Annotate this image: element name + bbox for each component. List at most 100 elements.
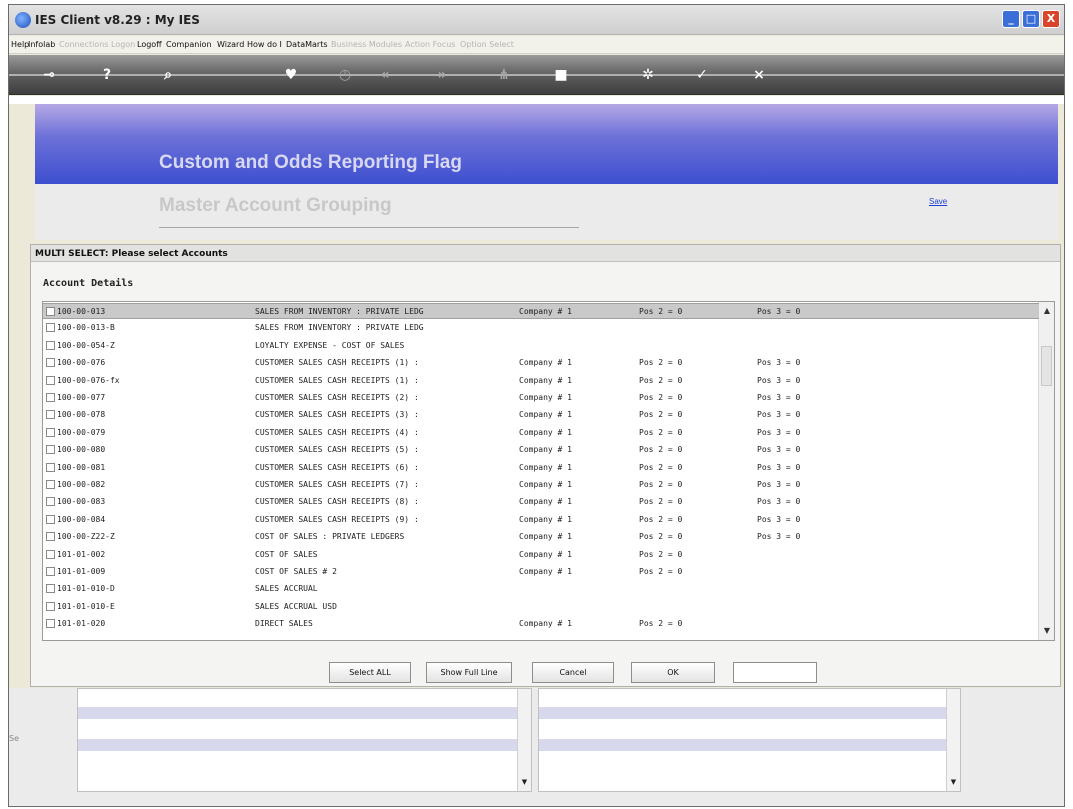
account-row[interactable]: 100-00-079 CUSTOMER SALES CASH RECEIPTS (… [43, 425, 1039, 441]
row-checkbox[interactable] [46, 393, 55, 402]
account-row[interactable]: 101-01-002 COST OF SALES Company # 1 Pos 2 … [43, 547, 1039, 563]
menu-item[interactable]: Action Focus [405, 40, 455, 49]
menu-item[interactable]: Business Modules [331, 40, 402, 49]
account-list[interactable]: ▲ ▼ 100-00-013 SALES FROM INVENTORY : PRI… [42, 301, 1055, 641]
row-comp: Company # 1 [519, 410, 572, 420]
account-row[interactable]: 100-00-077 CUSTOMER SALES CASH RECEIPTS (… [43, 390, 1039, 406]
filter-input[interactable] [733, 662, 817, 683]
scroll-thumb[interactable] [1041, 346, 1052, 386]
row-checkbox[interactable] [46, 462, 55, 472]
clock-icon[interactable]: ◷ [335, 65, 355, 85]
vertical-scrollbar[interactable]: ▲ ▼ [1038, 302, 1054, 640]
account-row[interactable]: 100-00-080 CUSTOMER SALES CASH RECEIPTS (… [43, 442, 1039, 458]
row-pos2: Pos 2 = 0 [639, 619, 683, 629]
show-full-line-button[interactable]: Show Full Line [426, 662, 512, 683]
rewind-icon[interactable]: « [375, 65, 395, 85]
row-pos2: Pos 2 = 0 [639, 427, 683, 437]
ok-button[interactable]: OK [631, 662, 715, 683]
account-row[interactable]: 100-00-083 CUSTOMER SALES CASH RECEIPTS (… [43, 494, 1039, 510]
menu-item[interactable]: Option Select [460, 40, 514, 49]
account-row[interactable]: 101-01-009 COST OF SALES # 2 Company # 1 Po… [43, 564, 1039, 580]
row-checkbox[interactable] [46, 445, 55, 455]
stop-icon[interactable]: ■ [551, 65, 571, 85]
row-checkbox[interactable] [46, 323, 55, 333]
row-code: 100-00-077 [57, 393, 106, 402]
left-panel-scrollbar[interactable]: ▼ [517, 689, 531, 791]
account-row[interactable]: 100-00-076-fx CUSTOMER SALES CASH RECEIPT… [43, 373, 1039, 389]
row-checkbox[interactable] [46, 514, 55, 524]
account-row[interactable]: 100-00-081 CUSTOMER SALES CASH RECEIPTS (… [43, 460, 1039, 476]
menu-item[interactable]: Wizard [217, 40, 244, 49]
menu-item[interactable]: Logoff [137, 40, 162, 49]
row-comp: Company # 1 [519, 480, 572, 489]
row-checkbox[interactable] [46, 427, 55, 437]
menu-item[interactable]: Help [11, 40, 29, 49]
heart-icon[interactable]: ♥ [281, 65, 301, 85]
row-pos2: Pos 2 = 0 [639, 497, 683, 507]
row-checkbox[interactable] [46, 567, 55, 576]
scroll-up-icon[interactable]: ▲ [1040, 304, 1054, 318]
close-button[interactable]: X [1042, 10, 1060, 28]
menu-item[interactable]: Connections [59, 40, 108, 49]
check-icon[interactable]: ✓ [692, 65, 712, 85]
tree-icon[interactable]: ⋔ [494, 65, 514, 85]
row-code: 101-01-020 [57, 619, 106, 629]
account-row[interactable]: 100-00-013 SALES FROM INVENTORY : PRIVATE… [43, 303, 1039, 319]
scroll-down-icon[interactable]: ▼ [1040, 624, 1054, 638]
select-all-button[interactable]: Select ALL [329, 662, 411, 683]
account-row[interactable]: 100-00-084 CUSTOMER SALES CASH RECEIPTS (… [43, 512, 1039, 528]
account-row[interactable]: 100-00-013-B SALES FROM INVENTORY : PRIVA… [43, 320, 1039, 336]
row-desc: SALES FROM INVENTORY : PRIVATE LEDG [255, 323, 424, 333]
row-checkbox[interactable] [46, 358, 55, 368]
row-checkbox[interactable] [46, 410, 55, 420]
right-panel-scrollbar[interactable]: ▼ [946, 689, 960, 791]
row-checkbox[interactable] [46, 601, 55, 611]
help-icon[interactable]: ? [97, 65, 117, 85]
account-row[interactable]: 100-00-Z22-Z COST OF SALES : PRIVATE LEDG… [43, 529, 1039, 545]
maximize-button[interactable]: □ [1022, 10, 1040, 28]
account-row[interactable]: 101-01-020 DIRECT SALES Company # 1 Pos 2 =… [43, 616, 1039, 632]
left-list-panel[interactable]: ▼ [77, 688, 532, 792]
left-stub-label: Se [9, 734, 19, 743]
row-comp: Company # 1 [519, 375, 572, 385]
menu-item[interactable]: Logon [111, 40, 135, 49]
account-row[interactable]: 100-00-082 CUSTOMER SALES CASH RECEIPTS (… [43, 477, 1039, 493]
row-desc: CUSTOMER SALES CASH RECEIPTS (6) : [255, 462, 419, 472]
row-code: 100-00-078 [57, 410, 106, 420]
account-row[interactable]: 100-00-054-Z LOYALTY EXPENSE - COST OF SA… [43, 338, 1039, 354]
cancel-button[interactable]: Cancel [532, 662, 614, 683]
dialog-title: MULTI SELECT: Please select Accounts [31, 245, 1060, 262]
settings-icon[interactable]: ✲ [638, 65, 658, 85]
row-checkbox[interactable] [46, 340, 55, 350]
bottom-area: Se ▼ ▼ [9, 688, 1064, 806]
account-row[interactable]: 101-01-010-D SALES ACCRUAL [43, 581, 1039, 597]
row-checkbox[interactable] [46, 497, 55, 507]
close-icon[interactable]: × [749, 65, 769, 85]
row-checkbox[interactable] [46, 584, 55, 594]
menu-item[interactable]: How do I [247, 40, 282, 49]
forward-icon[interactable]: » [432, 65, 452, 85]
account-row[interactable]: 100-00-078 CUSTOMER SALES CASH RECEIPTS (… [43, 407, 1039, 423]
page-title: Custom and Odds Reporting Flag [159, 152, 462, 173]
menu-item[interactable]: DataMarts [286, 40, 328, 49]
row-checkbox[interactable] [46, 307, 55, 316]
row-checkbox[interactable] [46, 480, 55, 489]
multi-select-dialog: MULTI SELECT: Please select Accounts Acc… [30, 244, 1061, 687]
menu-item[interactable]: Infolab [28, 40, 55, 49]
account-row[interactable]: 100-00-076 CUSTOMER SALES CASH RECEIPTS (… [43, 355, 1039, 371]
row-checkbox[interactable] [46, 532, 55, 542]
row-checkbox[interactable] [46, 375, 55, 385]
account-row[interactable]: 101-01-010-E SALES ACCRUAL USD [43, 599, 1039, 615]
back-key-icon[interactable]: ⊸ [39, 65, 59, 85]
save-link[interactable]: Save [929, 197, 947, 206]
search-icon[interactable]: ⌕ [158, 65, 178, 85]
row-checkbox[interactable] [46, 619, 55, 629]
right-list-panel[interactable]: ▼ [538, 688, 961, 792]
scroll-down-icon[interactable]: ▼ [947, 776, 960, 789]
row-checkbox[interactable] [46, 549, 55, 559]
menu-item[interactable]: Companion [166, 40, 212, 49]
row-comp: Company # 1 [519, 462, 572, 472]
minimize-button[interactable]: _ [1002, 10, 1020, 28]
scroll-down-icon[interactable]: ▼ [518, 776, 531, 789]
row-code: 100-00-076-fx [57, 375, 120, 385]
